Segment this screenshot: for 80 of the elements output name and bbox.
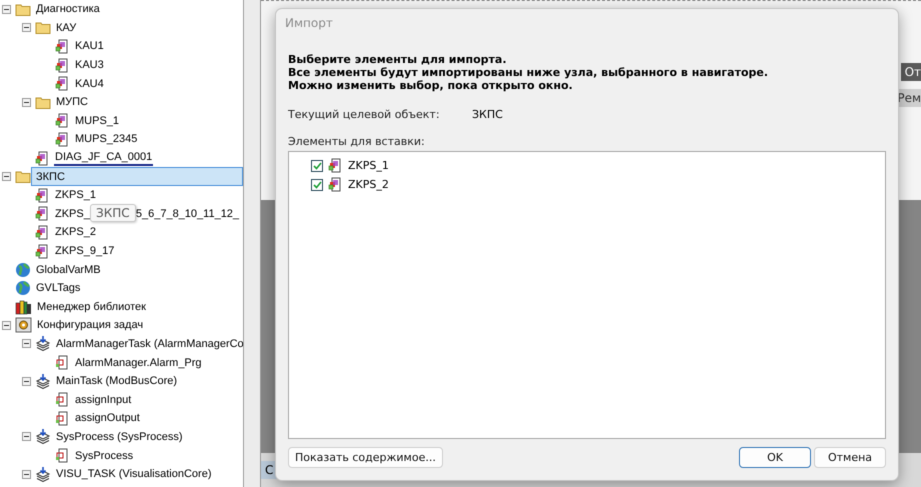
tree-item[interactable]: assignInput: [70, 390, 243, 410]
collapse-toggle[interactable]: [22, 432, 31, 442]
tree-item[interactable]: Менеджер библиотек: [32, 298, 243, 316]
tree-item[interactable]: ZKPS_1: [50, 186, 243, 205]
document-icon: [35, 244, 50, 259]
instruction-text: Можно изменить выбор, пока открыто окно.: [288, 79, 574, 92]
globe-icon: [15, 280, 31, 296]
cancel-button[interactable]: Отмена: [814, 447, 886, 468]
tree-item[interactable]: SysProcess: [70, 446, 243, 465]
document-icon: [328, 158, 343, 173]
bottom-tab[interactable]: С: [261, 461, 278, 479]
tree-item[interactable]: GlobalVarMB: [31, 260, 243, 279]
tree-item[interactable]: КАУ: [51, 18, 243, 38]
tree-item[interactable]: ZKPS_2: [50, 223, 243, 242]
collapse-toggle[interactable]: [22, 376, 31, 386]
show-contents-button[interactable]: Показать содержимое...: [288, 447, 443, 468]
tree-item[interactable]: KAU1: [70, 37, 243, 56]
document-icon: [55, 410, 70, 426]
list-label: Элементы для вставки:: [288, 135, 426, 148]
folder-icon: [35, 96, 51, 109]
collapse-toggle[interactable]: [22, 470, 31, 479]
tree-item[interactable]: MainTask (ModBusCore): [51, 372, 243, 390]
tree-item-text: 5_6_7_8_10_11_12_: [136, 208, 240, 220]
document-icon: [55, 38, 70, 54]
collapse-toggle[interactable]: [2, 4, 11, 14]
ok-button[interactable]: OK: [739, 447, 811, 468]
document-icon: [35, 188, 50, 203]
layers-icon: [35, 466, 51, 482]
checkbox[interactable]: [311, 178, 323, 190]
document-icon: [328, 177, 343, 192]
document-icon: [55, 58, 70, 73]
tree-item[interactable]: KAU4: [70, 74, 243, 93]
folder-icon: [15, 2, 31, 16]
document-icon: [55, 132, 70, 147]
collapse-toggle[interactable]: [2, 172, 11, 182]
background-label: От: [900, 63, 921, 81]
tree-item[interactable]: SysProcess (SysProcess): [51, 428, 243, 446]
tree-item[interactable]: KAU3: [70, 56, 243, 74]
checkbox[interactable]: [311, 160, 323, 172]
books-icon: [15, 298, 32, 315]
tree-item[interactable]: Конфигурация задач: [32, 316, 243, 335]
tree-item[interactable]: MUPS_1: [70, 112, 243, 130]
folder-icon: [15, 170, 31, 184]
gear-icon: [15, 317, 32, 334]
document-icon: [55, 448, 70, 464]
tree-item[interactable]: МУПС: [51, 92, 243, 112]
collapse-toggle[interactable]: [2, 320, 11, 330]
document-icon: [35, 224, 50, 240]
dialog-title: Импорт: [285, 15, 334, 32]
instruction-text: Выберите элементы для импорта.: [288, 53, 508, 66]
list-item[interactable]: ZKPS_2: [348, 178, 389, 191]
layers-icon: [35, 429, 51, 444]
tree-item[interactable]: ZKPS_: [50, 204, 92, 224]
tree-item[interactable]: VISU_TASK (VisualisationCore): [51, 464, 243, 484]
document-icon: [55, 113, 70, 128]
document-icon: [55, 392, 70, 408]
document-icon: [35, 206, 50, 222]
document-icon: [55, 76, 70, 92]
tree-item[interactable]: assignOutput: [70, 409, 243, 428]
collapse-toggle[interactable]: [22, 23, 31, 32]
layers-icon: [35, 336, 51, 352]
folder-icon: [35, 21, 51, 34]
tree-item[interactable]: GVLTags: [31, 278, 243, 298]
tree-item[interactable]: ЗКПС: [31, 167, 243, 186]
collapse-toggle[interactable]: [22, 339, 31, 348]
layers-icon: [35, 374, 51, 389]
list-item[interactable]: ZKPS_1: [348, 159, 389, 172]
tree-item[interactable]: ZKPS_9_17: [50, 242, 243, 260]
document-icon: [55, 355, 70, 370]
tree-item[interactable]: AlarmManager.Alarm_Prg: [70, 353, 243, 372]
tree-item[interactable]: MUPS_2345: [70, 130, 243, 149]
target-value: ЗКПС: [472, 108, 503, 121]
instruction-text: Все элементы будут импортированы ниже узла, выбранного в навигаторе.: [288, 66, 770, 79]
collapse-toggle[interactable]: [22, 98, 31, 107]
tree-item[interactable]: Диагностика: [31, 0, 243, 19]
tooltip: ЗКПС: [90, 204, 136, 222]
document-icon: [35, 150, 50, 166]
tree-item[interactable]: AlarmManagerTask (AlarmManagerCo: [51, 334, 243, 354]
globe-icon: [15, 262, 31, 278]
target-label: Текущий целевой объект:: [288, 108, 441, 121]
